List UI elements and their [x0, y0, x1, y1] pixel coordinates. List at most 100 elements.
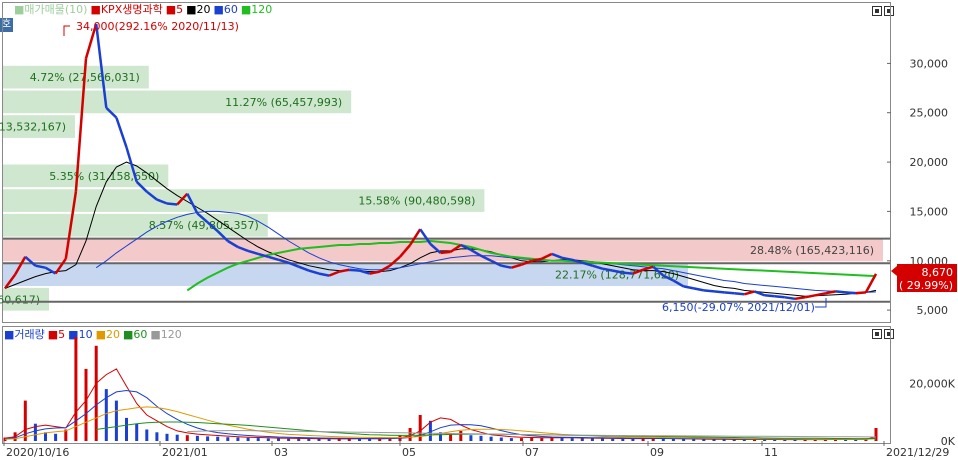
- price-segment: [703, 289, 715, 293]
- volume-bar: [277, 438, 280, 441]
- volume-bar: [114, 400, 118, 441]
- stock-chart-window: 호 ■매가매물(10) ■KPX생명과학 ■5 ■20 ■60 ■120 ■거래량 ■5 ■1…: [0, 0, 958, 460]
- price-tick-label: 30,000: [910, 57, 949, 70]
- current-price-pointer: [891, 266, 897, 276]
- volume-bar: [297, 438, 301, 441]
- volume-bar: [479, 435, 483, 441]
- date-tick-label: 09: [650, 446, 664, 459]
- volume-bar: [287, 438, 291, 441]
- volume-bar: [560, 437, 564, 441]
- price-segment: [774, 295, 785, 299]
- volume-bar: [135, 423, 139, 441]
- volume-bar: [327, 439, 331, 441]
- date-tick-label: 2021/12/29: [886, 446, 949, 459]
- volume-bar: [155, 432, 159, 441]
- date-tick-label: 03: [274, 446, 288, 459]
- price-segment: [855, 291, 867, 295]
- volume-bar: [195, 435, 199, 441]
- volume-bar: [682, 439, 686, 441]
- volume-bar: [499, 437, 503, 441]
- volume-bar: [246, 437, 250, 441]
- price-tick-label: 5,000: [917, 304, 949, 317]
- price-segment: [440, 250, 451, 255]
- price-tick-label: 20,000: [910, 156, 949, 169]
- price-segment: [693, 287, 705, 292]
- volume-tick-label: 20,000K: [909, 377, 955, 390]
- volume-bar: [469, 435, 473, 441]
- volume-bar: [206, 436, 210, 441]
- volume-bar: [145, 429, 149, 441]
- volume-bar: [601, 438, 604, 441]
- volume-bar: [84, 368, 88, 441]
- current-change: ( 29.99%): [899, 279, 953, 292]
- low-price-label: 6,150(-29.07% 2021/12/01): [662, 301, 815, 314]
- price-segment: [845, 291, 856, 295]
- volume-bar: [216, 436, 220, 441]
- price-segment: [743, 290, 755, 296]
- volume-bar: [408, 428, 412, 441]
- date-tick-label: 07: [525, 446, 539, 459]
- volume-bar: [226, 437, 230, 441]
- volume-bar: [125, 417, 128, 441]
- volume-bar: [23, 400, 27, 441]
- price-segment: [166, 202, 178, 206]
- volume-bar: [175, 434, 179, 441]
- volume-bar: [459, 430, 463, 441]
- price-segment: [115, 117, 128, 148]
- profile-label: 11.27% (65,457,993): [225, 96, 342, 109]
- volume-bar: [165, 433, 169, 441]
- volume-bars: [3, 337, 878, 441]
- price-tick-label: 25,000: [910, 107, 949, 120]
- volume-bar: [611, 438, 615, 441]
- price-tick-label: 15,000: [910, 205, 949, 218]
- volume-profile: 4.72% (27,566,031)11.27% (65,457,993)2.3…: [0, 65, 890, 311]
- volume-bar: [509, 438, 513, 441]
- price-segment: [804, 294, 816, 299]
- price-segment: [835, 290, 846, 294]
- volume-bar: [590, 438, 594, 441]
- volume-bar: [418, 415, 422, 441]
- volume-bar: [266, 438, 270, 441]
- price-segment: [734, 292, 745, 296]
- volume-bar: [631, 438, 635, 441]
- date-tick-label: 2021/01: [162, 446, 208, 459]
- volume-bar: [256, 438, 260, 441]
- chart-canvas: 4.72% (27,566,031)11.27% (65,457,993)2.3…: [0, 2, 957, 459]
- price-segment: [723, 291, 735, 295]
- price-segment: [713, 290, 725, 294]
- volume-bar: [54, 433, 58, 441]
- volume-bar: [307, 439, 311, 441]
- price-segment: [784, 296, 796, 301]
- volume-axis: 20,000K0K: [909, 377, 955, 448]
- profile-label: 1.49% (8,660,617): [0, 293, 40, 306]
- date-tick-label: 11: [764, 446, 778, 459]
- volume-bar: [580, 438, 584, 441]
- profile-label: 5.35% (31,158,650): [49, 170, 159, 183]
- price-segment: [764, 294, 775, 298]
- price-segment: [794, 296, 806, 301]
- volume-bar: [94, 345, 98, 441]
- profile-label: 15.58% (90,480,598): [358, 195, 475, 208]
- date-tick-label: 05: [402, 446, 416, 459]
- volume-bar: [621, 438, 625, 441]
- profile-label: 28.48% (165,423,116): [750, 244, 874, 257]
- volume-bar: [185, 435, 189, 441]
- date-tick-label: 2020/10/16: [6, 446, 69, 459]
- volume-bar: [317, 439, 321, 441]
- volume-bar: [489, 436, 493, 441]
- volume-bar: [520, 438, 523, 441]
- high-arrow: [63, 25, 70, 36]
- volume-bar: [44, 432, 47, 441]
- price-segment: [683, 285, 694, 290]
- price-segment: [349, 268, 360, 272]
- price-segment: [622, 271, 634, 275]
- volume-bar: [570, 438, 574, 441]
- profile-label: 2.33% (13,532,167): [0, 121, 66, 134]
- profile-label: 8.57% (49,805,357): [149, 219, 259, 232]
- current-price: 8,670: [922, 266, 954, 279]
- price-segment: [825, 290, 836, 295]
- high-price-label: 34,000(292.16% 2020/11/13): [76, 20, 239, 33]
- volume-bar: [530, 437, 534, 441]
- volume-bar: [236, 437, 240, 441]
- volume-bar: [74, 337, 78, 441]
